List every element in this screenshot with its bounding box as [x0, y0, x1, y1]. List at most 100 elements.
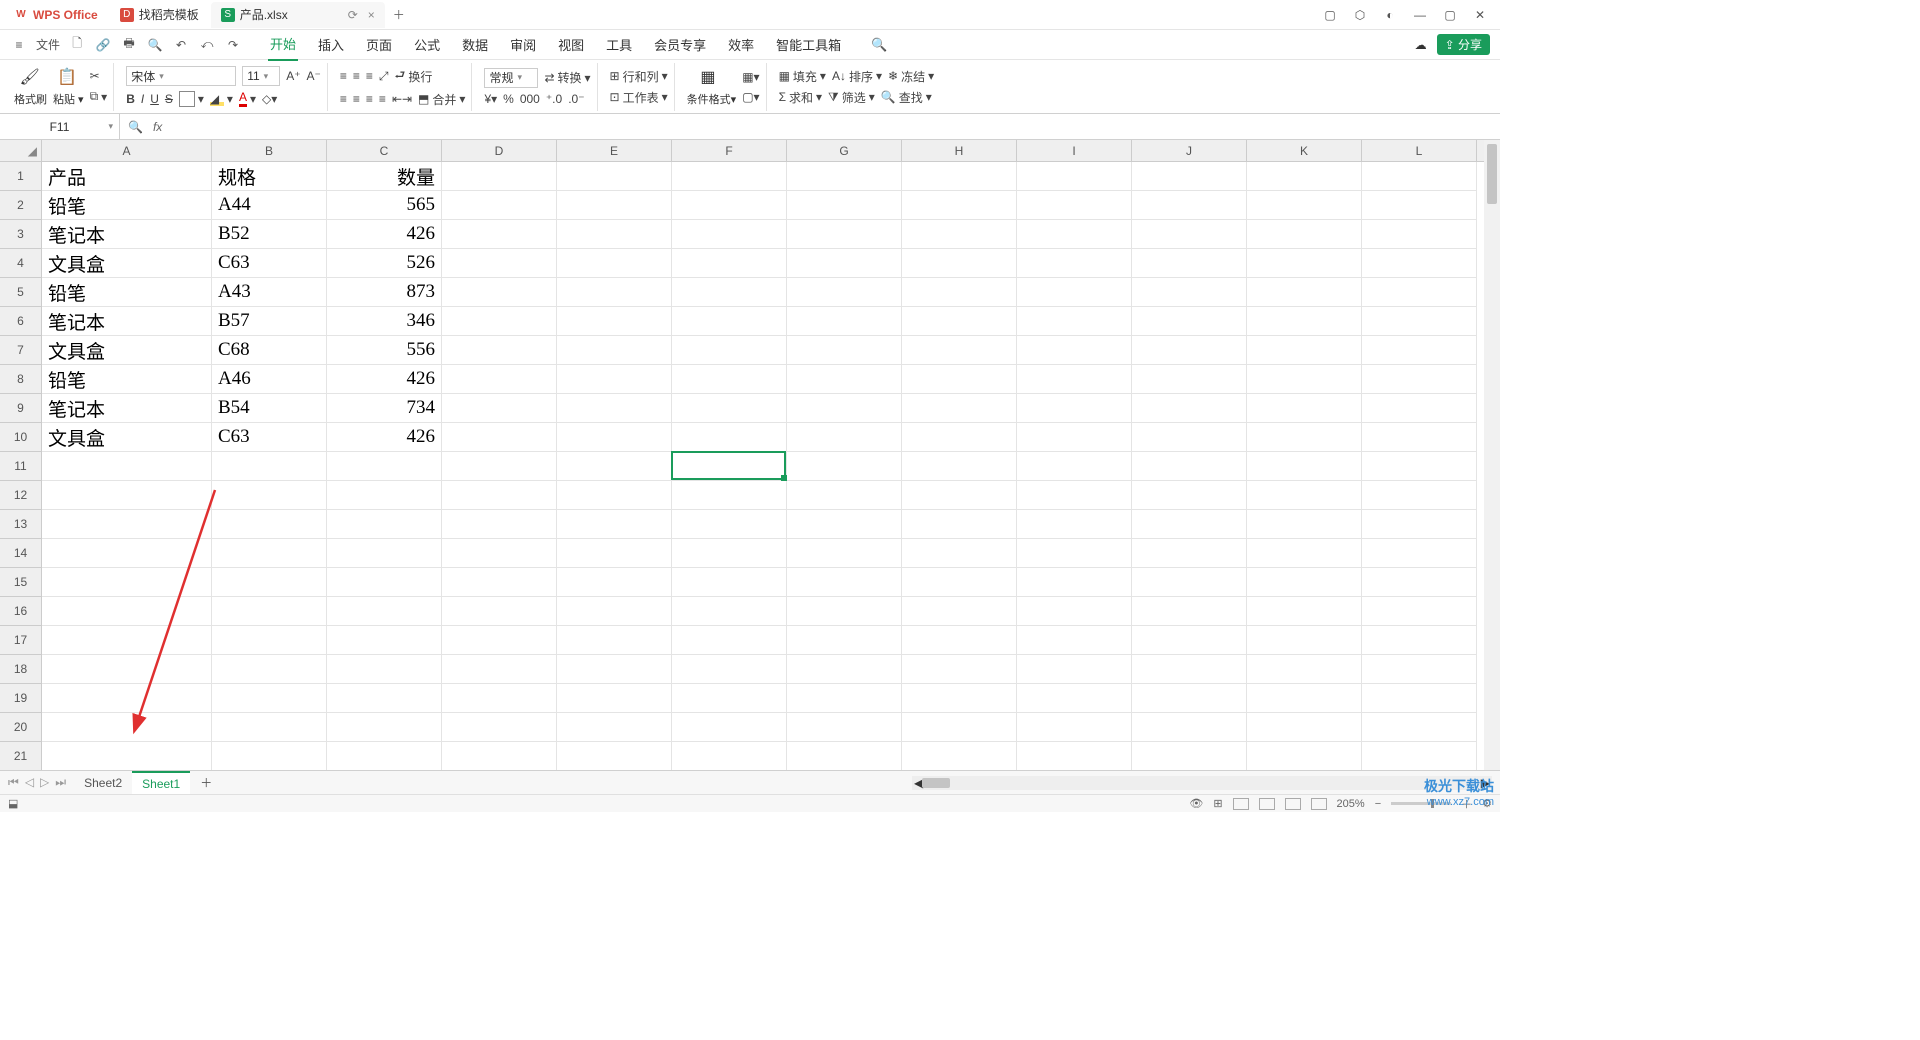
paste-button[interactable]: 📋粘贴 ▾ [53, 67, 84, 107]
tab-start[interactable]: 开始 [268, 28, 298, 61]
cell[interactable] [787, 510, 902, 539]
tab-view[interactable]: 视图 [556, 29, 586, 60]
cell[interactable] [557, 713, 672, 742]
cell[interactable] [787, 191, 902, 220]
status-icon[interactable]: ⬓ [8, 797, 18, 810]
comma-button[interactable]: 000 [520, 92, 540, 106]
row-header[interactable]: 11 [0, 452, 42, 481]
cell[interactable]: 文具盒 [42, 249, 212, 278]
cell[interactable] [1132, 568, 1247, 597]
tab-review[interactable]: 审阅 [508, 29, 538, 60]
cell[interactable] [787, 365, 902, 394]
cell[interactable]: 笔记本 [42, 394, 212, 423]
cell[interactable]: C68 [212, 336, 327, 365]
cell[interactable] [1247, 597, 1362, 626]
undo-icon[interactable]: ↶ [172, 38, 190, 52]
cell[interactable] [902, 597, 1017, 626]
cell[interactable] [557, 307, 672, 336]
cell[interactable]: A43 [212, 278, 327, 307]
app-tab[interactable]: W WPS Office [0, 2, 108, 28]
row-header[interactable]: 19 [0, 684, 42, 713]
cell[interactable]: 565 [327, 191, 442, 220]
cell[interactable] [1247, 249, 1362, 278]
undo-drop-icon[interactable]: ⤺ [198, 37, 216, 52]
cell[interactable] [1362, 452, 1477, 481]
cell[interactable]: 426 [327, 220, 442, 249]
eye-icon[interactable]: 👁 [1189, 797, 1203, 810]
cell[interactable] [1247, 481, 1362, 510]
tab-smart[interactable]: 智能工具箱 [774, 29, 843, 60]
cell[interactable] [442, 162, 557, 191]
font-name-select[interactable]: 宋体▾ [126, 66, 236, 86]
vertical-scrollbar[interactable] [1484, 140, 1500, 770]
cell[interactable] [442, 191, 557, 220]
cell[interactable] [1362, 278, 1477, 307]
cell[interactable] [787, 742, 902, 770]
cell[interactable] [1247, 626, 1362, 655]
cell[interactable] [672, 307, 787, 336]
cell[interactable] [212, 539, 327, 568]
cell[interactable] [672, 365, 787, 394]
orientation-button[interactable]: ⤢ [379, 69, 389, 84]
column-header[interactable]: B [212, 140, 327, 161]
cell[interactable] [42, 684, 212, 713]
cell[interactable] [557, 394, 672, 423]
cell[interactable] [787, 162, 902, 191]
row-header[interactable]: 15 [0, 568, 42, 597]
row-header[interactable]: 16 [0, 597, 42, 626]
cell[interactable] [557, 278, 672, 307]
cell[interactable] [42, 713, 212, 742]
cell[interactable] [1017, 423, 1132, 452]
cell[interactable] [557, 336, 672, 365]
number-format-select[interactable]: 常规▾ [484, 68, 538, 88]
cell[interactable]: 产品 [42, 162, 212, 191]
fx-label[interactable]: fx [153, 120, 162, 134]
cut-button[interactable]: ✂ [90, 69, 108, 83]
cell[interactable] [672, 191, 787, 220]
print-icon[interactable]: 🖶 [120, 34, 138, 55]
cell[interactable] [1017, 539, 1132, 568]
view2-icon[interactable] [1259, 798, 1275, 810]
cell[interactable] [902, 162, 1017, 191]
cell[interactable]: 笔记本 [42, 220, 212, 249]
cell[interactable] [327, 597, 442, 626]
increase-font-button[interactable]: A⁺ [286, 69, 300, 83]
align-justify-button[interactable]: ≡ [379, 92, 386, 106]
cell[interactable] [787, 539, 902, 568]
cell[interactable] [327, 626, 442, 655]
cell[interactable] [1362, 423, 1477, 452]
cell[interactable] [787, 278, 902, 307]
cell[interactable] [1247, 394, 1362, 423]
tab-data[interactable]: 数据 [460, 29, 490, 60]
cell[interactable] [787, 684, 902, 713]
sheet-tab-2[interactable]: Sheet2 [74, 772, 132, 794]
cell[interactable] [557, 597, 672, 626]
chevron-down-icon[interactable]: ▾ [108, 121, 113, 132]
close-window-icon[interactable]: ✕ [1472, 7, 1488, 23]
find-button[interactable]: 🔍 查找 ▾ [881, 89, 932, 106]
last-sheet-icon[interactable]: ⏭ [55, 775, 66, 790]
cell[interactable] [1247, 162, 1362, 191]
zoom-out-icon[interactable]: − [1375, 798, 1381, 810]
cell[interactable] [902, 510, 1017, 539]
column-header[interactable]: H [902, 140, 1017, 161]
cell[interactable] [902, 568, 1017, 597]
font-size-select[interactable]: 11▾ [242, 66, 280, 86]
cell[interactable] [1362, 365, 1477, 394]
cell[interactable]: 526 [327, 249, 442, 278]
cell[interactable] [1132, 394, 1247, 423]
cell[interactable] [1132, 336, 1247, 365]
cell[interactable] [212, 713, 327, 742]
cell[interactable] [1017, 452, 1132, 481]
cell[interactable] [672, 220, 787, 249]
cell[interactable] [1132, 452, 1247, 481]
cell[interactable] [787, 713, 902, 742]
zoom-fx-icon[interactable]: 🔍 [128, 120, 143, 134]
share-button[interactable]: ⇪ 分享 [1437, 34, 1490, 55]
cell[interactable] [557, 162, 672, 191]
cell[interactable]: 873 [327, 278, 442, 307]
cell[interactable] [442, 452, 557, 481]
zoom-level[interactable]: 205% [1337, 798, 1365, 810]
cell[interactable]: C63 [212, 423, 327, 452]
cell[interactable] [557, 742, 672, 770]
